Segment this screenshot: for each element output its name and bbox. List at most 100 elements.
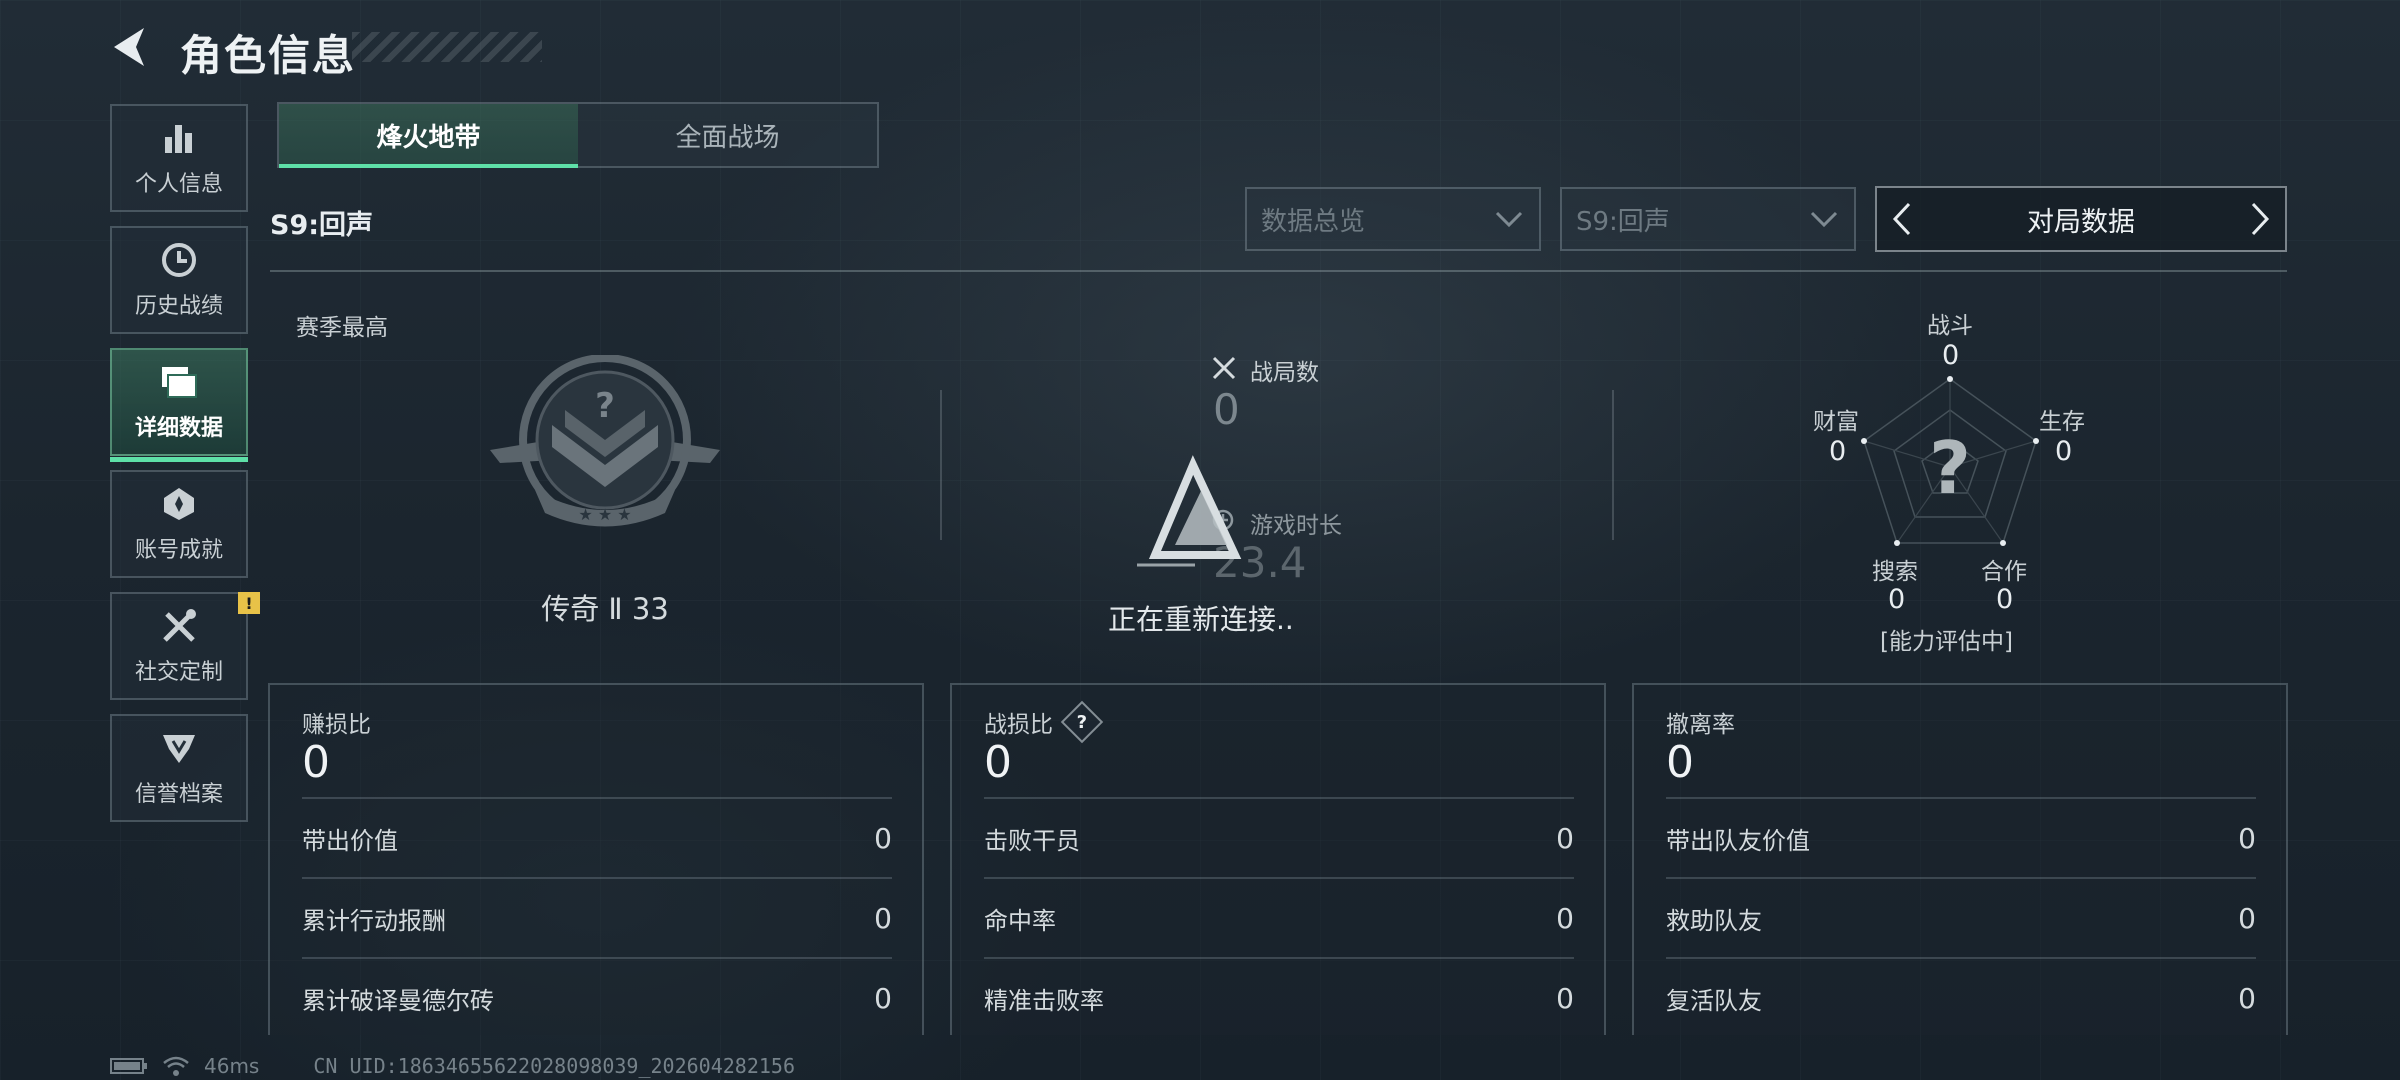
section-divider xyxy=(270,270,2287,272)
rank-text: 传奇 Ⅱ 33 xyxy=(541,592,669,626)
folder-icon xyxy=(159,362,199,402)
battery-icon xyxy=(110,1058,147,1074)
radar-center-mark: ? xyxy=(1929,426,1971,510)
card-value: 0 xyxy=(984,737,1012,788)
radar-value-survival: 0 xyxy=(2055,436,2073,467)
stat-row: 命中率 0 xyxy=(984,877,1574,957)
stat-row: 救助队友 0 xyxy=(1666,877,2256,957)
radar-value-search: 0 xyxy=(1888,584,1906,615)
switcher-label: 对局数据 xyxy=(2027,206,2135,238)
tab-full-battlefield[interactable]: 全面战场 xyxy=(578,104,877,166)
loading-spinner-icon xyxy=(1137,455,1242,567)
crossed-swords-icon xyxy=(1212,356,1236,380)
mode-tabs: 烽火地带 全面战场 xyxy=(277,102,879,168)
rank-emblem-mark: ? xyxy=(595,386,615,426)
sidebar-item-reputation[interactable]: 信誉档案 xyxy=(110,714,248,822)
sidebar-item-label: 历史战绩 xyxy=(134,294,223,319)
stat-value: 0 xyxy=(1556,821,1574,855)
sidebar-item-achievements[interactable]: 账号成就 xyxy=(110,470,248,578)
sidebar-item-detailed-data[interactable]: 详细数据 xyxy=(110,348,248,462)
column-divider xyxy=(1612,390,1614,540)
card-value: 0 xyxy=(302,737,330,788)
radar-label-wealth: 财富 xyxy=(1813,409,1859,435)
sidebar-item-social-custom[interactable]: ! 社交定制 xyxy=(110,592,260,700)
history-clock-icon xyxy=(159,240,199,280)
dropdown-value: S9:回声 xyxy=(1576,206,1670,237)
chevron-left-icon[interactable] xyxy=(1877,188,1927,250)
matches-label: 战局数 xyxy=(1250,360,1319,386)
stat-row: 击败干员 0 xyxy=(984,797,1574,877)
rank-emblem-icon: ? ★ ★ ★ xyxy=(480,354,730,535)
stat-label: 击败干员 xyxy=(984,826,1080,855)
match-data-switcher: 对局数据 xyxy=(1875,186,2287,252)
stat-row: 带出队友价值 0 xyxy=(1666,797,2256,877)
ability-radar: ? xyxy=(1800,355,2100,580)
stat-value: 0 xyxy=(1556,901,1574,935)
stat-row: 累计行动报酬 0 xyxy=(302,877,892,957)
bar-chart-icon xyxy=(159,118,199,158)
help-mark: ? xyxy=(1076,711,1088,733)
page-title: 角色信息 xyxy=(180,31,357,80)
radar-label-survival: 生存 xyxy=(2039,409,2085,435)
radar-value-cooperation: 0 xyxy=(1996,584,2014,615)
radar-label-combat: 战斗 xyxy=(1927,313,1973,339)
stat-label: 带出队友价值 xyxy=(1666,826,1810,855)
stat-row: 累计破译曼德尔砖 0 xyxy=(302,957,892,1037)
sidebar: 个人信息 历史战绩 详细数据 账号成就 ! 社交定制 信誉档案 xyxy=(110,104,260,836)
notification-badge: ! xyxy=(238,592,260,614)
stat-label: 命中率 xyxy=(984,906,1056,935)
medal-icon xyxy=(159,484,199,524)
title-decoration xyxy=(352,32,542,62)
column-divider xyxy=(940,390,942,540)
reconnecting-status: 正在重新连接.. xyxy=(1108,603,1294,636)
playtime-label: 游戏时长 xyxy=(1250,513,1342,539)
stat-label: 累计破译曼德尔砖 xyxy=(302,986,494,1015)
dropdown-value: 数据总览 xyxy=(1261,206,1366,237)
season-dropdown[interactable]: S9:回声 xyxy=(1560,187,1856,251)
stat-value: 0 xyxy=(874,901,892,935)
radar-value-combat: 0 xyxy=(1942,340,1960,371)
chevron-right-icon[interactable] xyxy=(2235,188,2285,250)
card-title: 战损比 xyxy=(984,712,1053,738)
stat-label: 带出价值 xyxy=(302,826,398,855)
sidebar-item-label: 账号成就 xyxy=(134,538,223,563)
tab-beacon-zone[interactable]: 烽火地带 xyxy=(279,104,578,168)
stat-value: 0 xyxy=(2238,821,2256,855)
status-footer: 46ms CN UID:18634655622028098039_2026042… xyxy=(110,1054,795,1078)
card-title-row: 战损比 ? xyxy=(984,700,1104,744)
sidebar-item-label: 个人信息 xyxy=(134,172,223,197)
card-title: 赚损比 xyxy=(302,712,371,738)
svg-text:★ ★ ★: ★ ★ ★ xyxy=(578,505,631,524)
season-label: S9:回声 xyxy=(270,210,374,241)
stat-row: 精准击败率 0 xyxy=(984,957,1574,1037)
season-best-caption: 赛季最高 xyxy=(296,315,388,341)
card-value: 0 xyxy=(1666,737,1694,788)
matches-value: 0 xyxy=(1213,385,1240,434)
sidebar-item-history[interactable]: 历史战绩 xyxy=(110,226,248,334)
shield-emblem-icon xyxy=(159,728,199,768)
user-uid: CN UID:18634655622028098039_202604282156 xyxy=(313,1054,795,1078)
stat-value: 0 xyxy=(2238,981,2256,1015)
kill-death-card: 战损比 ? 0 击败干员 0 命中率 0 精准击败率 0 xyxy=(950,683,1606,1035)
stat-label: 精准击败率 xyxy=(984,986,1104,1015)
chevron-down-icon xyxy=(1810,211,1838,228)
ping-value: 46ms xyxy=(204,1054,260,1078)
ability-assessing-status: [能力评估中] xyxy=(1880,629,2013,655)
help-icon[interactable]: ? xyxy=(1060,700,1104,744)
radar-label-search: 搜索 xyxy=(1872,559,1918,585)
back-arrow-icon[interactable] xyxy=(108,24,154,70)
chevron-down-icon xyxy=(1495,211,1523,228)
stat-value: 0 xyxy=(874,981,892,1015)
stat-label: 累计行动报酬 xyxy=(302,906,446,935)
wrench-screwdriver-icon xyxy=(159,606,199,646)
sidebar-item-label: 社交定制 xyxy=(134,660,223,685)
stat-row: 复活队友 0 xyxy=(1666,957,2256,1037)
card-title: 撤离率 xyxy=(1666,712,1735,738)
stat-label: 救助队友 xyxy=(1666,906,1762,935)
profit-loss-card: 赚损比 0 带出价值 0 累计行动报酬 0 累计破译曼德尔砖 0 xyxy=(268,683,924,1035)
extraction-rate-card: 撤离率 0 带出队友价值 0 救助队友 0 复活队友 0 xyxy=(1632,683,2288,1035)
sidebar-item-label: 信誉档案 xyxy=(134,782,223,807)
sidebar-item-personal-info[interactable]: 个人信息 xyxy=(110,104,248,212)
data-overview-dropdown[interactable]: 数据总览 xyxy=(1245,187,1541,251)
radar-label-cooperation: 合作 xyxy=(1981,559,2027,585)
